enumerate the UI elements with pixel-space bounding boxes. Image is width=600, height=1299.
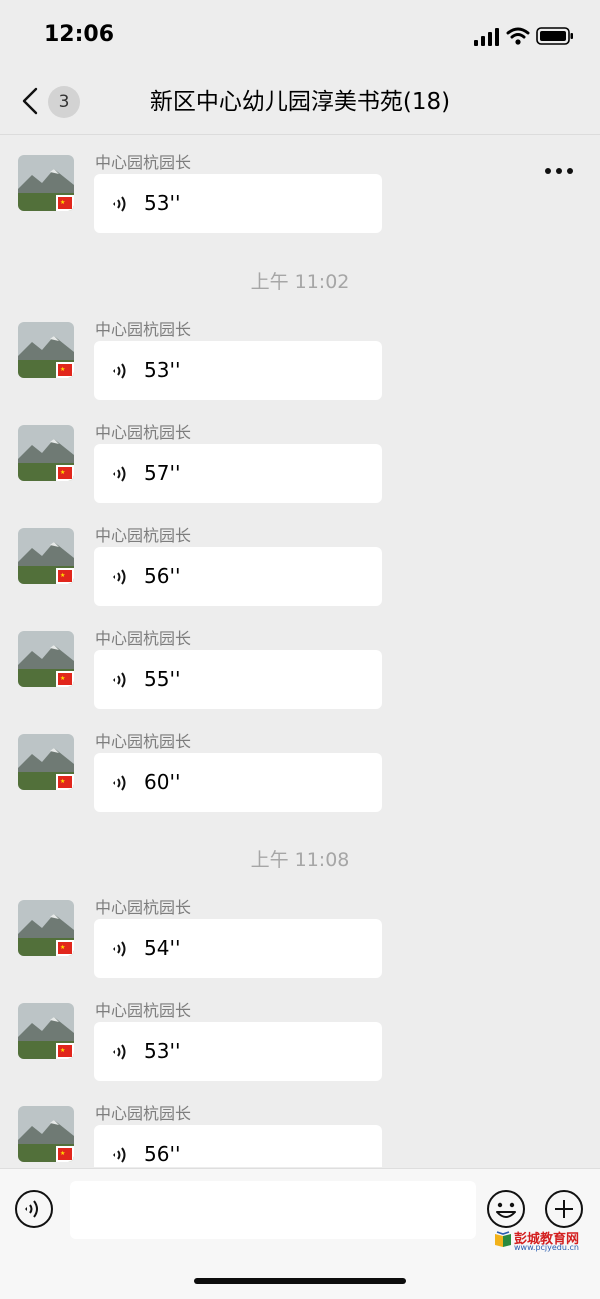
voice-wave-icon bbox=[113, 569, 126, 585]
voice-message: ★ 中心园杭园长 53'' bbox=[0, 987, 600, 1081]
avatar[interactable]: ★ bbox=[18, 734, 74, 790]
sender-name: 中心园杭园长 bbox=[95, 153, 192, 172]
voice-bubble[interactable]: 54'' bbox=[94, 919, 382, 978]
avatar[interactable]: ★ bbox=[18, 322, 74, 378]
mountain-landscape-avatar: ★ bbox=[18, 1106, 74, 1162]
book-logo-icon bbox=[495, 1231, 511, 1247]
mountain-landscape-avatar: ★ bbox=[18, 155, 74, 211]
voice-bubble[interactable]: 57'' bbox=[94, 444, 382, 503]
mountain-landscape-avatar: ★ bbox=[18, 1003, 74, 1059]
voice-wave-icon bbox=[113, 1044, 126, 1060]
avatar[interactable]: ★ bbox=[18, 900, 74, 956]
mountain-landscape-avatar: ★ bbox=[18, 631, 74, 687]
voice-wave-icon bbox=[113, 672, 126, 688]
voice-message: ★ 中心园杭园长 54'' bbox=[0, 884, 600, 978]
voice-duration: 53'' bbox=[144, 358, 181, 382]
voice-duration: 54'' bbox=[144, 936, 181, 960]
voice-bubble[interactable]: 56'' bbox=[94, 1125, 382, 1167]
voice-wave-icon bbox=[113, 1147, 126, 1163]
voice-duration: 60'' bbox=[144, 770, 181, 794]
voice-duration: 56'' bbox=[144, 1142, 181, 1166]
voice-wave-icon bbox=[113, 775, 126, 791]
mountain-landscape-avatar: ★ bbox=[18, 900, 74, 956]
mountain-landscape-avatar: ★ bbox=[18, 528, 74, 584]
avatar[interactable]: ★ bbox=[18, 1003, 74, 1059]
avatar[interactable]: ★ bbox=[18, 631, 74, 687]
avatar[interactable]: ★ bbox=[18, 155, 74, 211]
voice-bubble[interactable]: 55'' bbox=[94, 650, 382, 709]
voice-input-icon[interactable] bbox=[14, 1189, 54, 1229]
voice-message: ★ 中心园杭园长 53'' bbox=[0, 139, 600, 233]
voice-wave-icon bbox=[113, 466, 126, 482]
voice-bubble[interactable]: 53'' bbox=[94, 174, 382, 233]
voice-duration: 53'' bbox=[144, 1039, 181, 1063]
voice-bubble[interactable]: 56'' bbox=[94, 547, 382, 606]
status-time: 12:06 bbox=[44, 22, 115, 47]
mountain-landscape-avatar: ★ bbox=[18, 425, 74, 481]
voice-duration: 56'' bbox=[144, 564, 181, 588]
home-indicator[interactable] bbox=[194, 1278, 406, 1284]
svg-text:★: ★ bbox=[60, 944, 65, 951]
unread-badge[interactable]: 3 bbox=[48, 86, 80, 118]
voice-message: ★ 中心园杭园长 57'' bbox=[0, 409, 600, 503]
avatar[interactable]: ★ bbox=[18, 1106, 74, 1162]
sender-name: 中心园杭园长 bbox=[95, 526, 192, 545]
mountain-landscape-avatar: ★ bbox=[18, 322, 74, 378]
voice-wave-icon bbox=[113, 196, 126, 212]
voice-wave-icon bbox=[113, 363, 126, 379]
voice-bubble[interactable]: 60'' bbox=[94, 753, 382, 812]
plus-circle-icon[interactable] bbox=[544, 1189, 584, 1229]
message-list[interactable]: ★ 中心园杭园长 53'' 上午 11:02 ★ 中心园杭园长 53'' ★ 中… bbox=[0, 135, 600, 1167]
svg-text:★: ★ bbox=[60, 572, 65, 579]
mountain-landscape-avatar: ★ bbox=[18, 734, 74, 790]
avatar[interactable]: ★ bbox=[18, 425, 74, 481]
sender-name: 中心园杭园长 bbox=[95, 732, 192, 751]
svg-text:★: ★ bbox=[60, 778, 65, 785]
sender-name: 中心园杭园长 bbox=[95, 898, 192, 917]
watermark-logo: 彭城教育网 www.pcjyedu.cn bbox=[494, 1228, 594, 1254]
voice-message: ★ 中心园杭园长 53'' bbox=[0, 306, 600, 400]
svg-text:★: ★ bbox=[60, 1047, 65, 1054]
sender-name: 中心园杭园长 bbox=[95, 1104, 192, 1123]
watermark-url: www.pcjyedu.cn bbox=[514, 1243, 579, 1252]
sender-name: 中心园杭园长 bbox=[95, 1001, 192, 1020]
svg-text:★: ★ bbox=[60, 675, 65, 682]
avatar[interactable]: ★ bbox=[18, 528, 74, 584]
svg-text:★: ★ bbox=[60, 469, 65, 476]
voice-message: ★ 中心园杭园长 55'' bbox=[0, 615, 600, 709]
sender-name: 中心园杭园长 bbox=[95, 320, 192, 339]
svg-text:★: ★ bbox=[60, 199, 65, 206]
chat-title: 新区中心幼儿园淳美书苑(18) bbox=[149, 89, 451, 115]
battery-icon bbox=[536, 27, 573, 45]
voice-duration: 57'' bbox=[144, 461, 181, 485]
voice-message: ★ 中心园杭园长 56'' bbox=[0, 1090, 600, 1167]
voice-message: ★ 中心园杭园长 56'' bbox=[0, 512, 600, 606]
wifi-icon bbox=[506, 27, 530, 45]
timestamp: 上午 11:08 bbox=[250, 849, 350, 871]
voice-bubble[interactable]: 53'' bbox=[94, 341, 382, 400]
status-bar: 12:06 bbox=[0, 0, 600, 70]
voice-duration: 53'' bbox=[144, 191, 181, 215]
cellular-signal-icon bbox=[474, 28, 499, 46]
voice-wave-icon bbox=[113, 941, 126, 957]
sender-name: 中心园杭园长 bbox=[95, 423, 192, 442]
voice-message: ★ 中心园杭园长 60'' bbox=[0, 718, 600, 812]
voice-bubble[interactable]: 53'' bbox=[94, 1022, 382, 1081]
smiley-icon[interactable] bbox=[486, 1189, 526, 1229]
svg-text:★: ★ bbox=[60, 1150, 65, 1157]
svg-text:★: ★ bbox=[60, 366, 65, 373]
voice-duration: 55'' bbox=[144, 667, 181, 691]
message-input[interactable] bbox=[70, 1181, 476, 1239]
sender-name: 中心园杭园长 bbox=[95, 629, 192, 648]
timestamp: 上午 11:02 bbox=[250, 271, 350, 293]
